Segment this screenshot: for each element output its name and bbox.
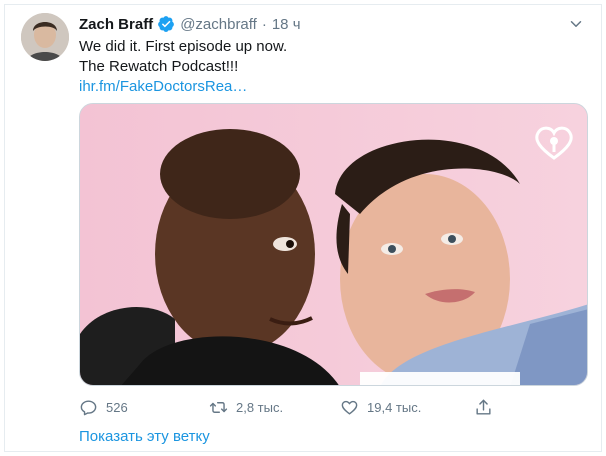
retweet-icon [209,401,228,413]
chevron-down-icon[interactable] [567,15,585,33]
author-name[interactable]: Zach Braff [79,16,153,33]
heart-icon [341,400,358,415]
avatar[interactable] [21,13,69,61]
like-button[interactable]: 19,4 тыс. [340,398,474,417]
tweet-actions: 526 2,8 тыс. 19,4 тыс. [79,395,519,419]
tweet-media-image[interactable] [79,103,588,386]
reply-icon [80,399,97,415]
reply-count: 526 [106,399,128,415]
separator-dot: · [261,15,267,33]
media-photo [80,104,587,385]
tweet-time[interactable]: 18 ч [272,16,301,33]
author-handle[interactable]: @zachbraff [180,16,257,33]
tweet-header: Zach Braff @zachbraff · 18 ч [79,13,591,35]
tweet-text-line-1: We did it. First episode up now. [79,38,288,55]
verified-badge-icon [158,16,175,32]
show-thread-link[interactable]: Показать эту ветку [79,428,210,445]
retweet-button[interactable]: 2,8 тыс. [209,398,340,417]
tweet-text: We did it. First episode up now. The Rew… [79,37,579,97]
retweet-count: 2,8 тыс. [236,399,284,415]
avatar-photo [21,13,69,61]
tweet-link[interactable]: ihr.fm/FakeDoctorsRea… [79,78,247,95]
tweet-text-line-2: The Rewatch Podcast!!! [79,58,239,75]
tweet-card[interactable]: Zach Braff @zachbraff · 18 ч We did it. … [4,4,602,452]
share-button[interactable] [474,398,493,417]
reply-button[interactable]: 526 [79,398,209,417]
like-count: 19,4 тыс. [367,399,422,415]
share-icon [476,399,491,415]
